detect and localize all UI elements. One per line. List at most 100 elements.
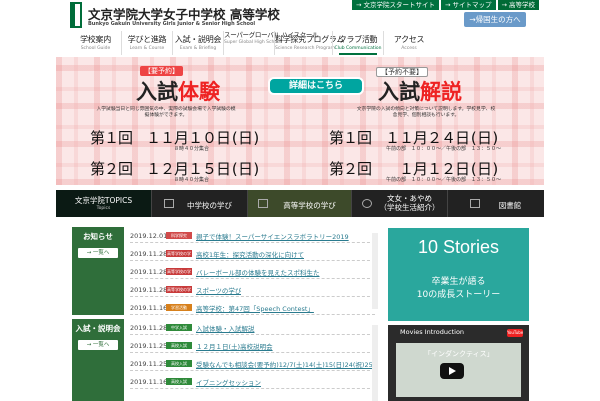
exam-date: 2019.11.25 [130, 359, 168, 368]
nav-science-program[interactable]: 科学探究プログラム Science Research Program [274, 31, 345, 55]
exam-scrollbar[interactable] [372, 325, 378, 401]
nav-label: クラブ活動 [338, 35, 378, 44]
nav-super-global[interactable]: スーパーグローバル ハイスクール Super Global High School [223, 31, 319, 55]
exam-row[interactable]: 2019.11.25 高校入試 １２月１日(土)高校説明会 [130, 339, 375, 353]
exam-tag: 高校入試 [166, 342, 192, 349]
exam-more-button[interactable]: → 一覧へ [78, 340, 118, 350]
desk-icon [258, 199, 268, 208]
exam-row[interactable]: 2019.11.28 中学入試 入試体験・入試解説 [130, 321, 375, 335]
strip-topics[interactable]: 文京学院TOPICS Topics [56, 190, 152, 217]
face-icon [362, 199, 372, 208]
returnee-button[interactable]: →帰国生の方へ [464, 12, 526, 27]
nav-sublabel: Science Research Program [275, 46, 335, 51]
exam-row[interactable]: 2019.11.16 高校入試 イブニングセッション [130, 375, 375, 389]
movies-title: Movies Introduction [400, 328, 465, 336]
exam-link[interactable]: 入試体験・入試解説 [196, 323, 255, 333]
hero-banner[interactable]: 【要予約】 入試体験 入学試験当日と同じ雰囲気の中、実際の試験会場で入学試験の模… [56, 57, 544, 185]
right-description: 文京学院の入試の傾向と対策について説明します。学校見学、校舎見学、個別相談も行い… [356, 107, 496, 118]
strip-label: 文京学院TOPICS [74, 196, 133, 205]
movies-header: Movies Introduction YouTube [388, 325, 529, 340]
nav-label: 科学探究プログラム [275, 35, 345, 44]
nav-sublabel: Access [401, 46, 417, 51]
news-link[interactable]: バレーボール部の体験を見えたスポ科生た [196, 267, 320, 277]
nav-label: 学びと進路 [127, 35, 167, 44]
stories-line1: 卒業生が語る [431, 277, 486, 287]
nav-sublabel: Learn & Course [129, 46, 165, 51]
top-link-high-school[interactable]: → 高等学校 [497, 0, 540, 10]
strip-library[interactable]: 図書館 [448, 190, 544, 217]
stories-title: 10 Stories [417, 237, 500, 257]
event-note: ８時４０分集合 [174, 146, 210, 152]
strip-junior-learning[interactable]: 中学校の学び [152, 190, 248, 217]
nav-label: 学校案内 [80, 35, 111, 44]
news-tag: 学習活動 [166, 304, 192, 311]
left-heading: 入試体験 [136, 76, 220, 106]
strip-high-learning[interactable]: 高等学校の学び [248, 190, 352, 217]
news-link[interactable]: スポーツの学び [196, 285, 241, 295]
news-row[interactable]: 2019.12.01 科学探究 親子で体験！スーパーサイエンスラボラトリー2019 [130, 229, 375, 243]
nav-club[interactable]: クラブ活動 Club Communication [332, 31, 383, 55]
top-link-sitemap[interactable]: → サイトマップ [441, 0, 496, 10]
news-row[interactable]: 2019.11.28 高等学校の学び バレーボール部の体験を見えたスポ科生た [130, 265, 375, 281]
news-date: 2019.11.28 [130, 249, 168, 258]
news-row[interactable]: 2019.11.28 高等学校の学び スポーツの学び [130, 283, 375, 299]
nav-learn-course[interactable]: 学びと進路 Learn & Course [121, 31, 172, 55]
news-tag: 科学探究 [166, 232, 192, 239]
strip-label: 高等学校の学び [283, 201, 336, 210]
nav-label: アクセス [393, 35, 425, 44]
nav-school-guide[interactable]: 学校案内 School Guide [70, 31, 121, 55]
news-section-box: お知らせ → 一覧へ [72, 227, 124, 315]
news-more-button[interactable]: → 一覧へ [78, 248, 118, 258]
event-note: 午前の部 １０：００〜／午後の部 １３：５０〜 [386, 146, 502, 152]
details-button[interactable]: 詳細はこちら [268, 77, 364, 95]
left-heading-a: 入試 [136, 79, 178, 104]
nav-label: スーパーグローバル ハイスクール [224, 31, 319, 39]
exam-date: 2019.11.16 [130, 377, 168, 386]
video-thumbnail[interactable]: 「インダンクティス」 [396, 343, 521, 397]
event-note: 午前の部 １０：００〜／午後の部 １３：５０〜 [386, 177, 502, 183]
news-scrollbar[interactable] [372, 233, 378, 309]
play-icon[interactable] [440, 363, 464, 379]
news-row[interactable]: 2019.11.28 高等学校の学び 高校1年生：探究活動の深化に向けて [130, 247, 375, 263]
nav-label: 入試・説明会 [174, 35, 222, 44]
nav-sublabel: Exam & Briefing [179, 46, 217, 51]
exam-row[interactable]: 2019.11.25 高校入試 受験なんでも相談会(要予約)12/7(土)14(土)… [130, 357, 375, 371]
news-row[interactable]: 2019.11.16 学習活動 高等学校：第47回「Speech Contest」 [130, 301, 375, 315]
global-nav: 学校案内 School Guide 学びと進路 Learn & Course 入試・… [70, 31, 434, 55]
strip-school-life[interactable]: 文女・あやめ （学校生活紹介） [352, 190, 448, 217]
top-links: → 文京学院スタートサイト → サイトマップ → 高等学校 [352, 0, 540, 10]
exam-date: 2019.11.28 [130, 323, 168, 332]
strip-label: 文女・あやめ （学校生活紹介） [379, 194, 440, 212]
left-badge: 【要予約】 [140, 66, 183, 76]
school-logo-icon[interactable] [70, 2, 82, 28]
section-strip: 文京学院TOPICS Topics 中学校の学び 高等学校の学び 文女・あやめ … [56, 190, 544, 217]
strip-sublabel: Topics [96, 206, 111, 211]
news-link[interactable]: 高等学校：第47回「Speech Contest」 [196, 303, 314, 313]
right-heading: 入試解説 [378, 76, 462, 106]
ten-stories-banner[interactable]: 10 Stories 卒業生が語る 10の成長ストーリー [388, 228, 529, 321]
news-date: 2019.11.16 [130, 303, 168, 312]
top-link-start-site[interactable]: → 文京学院スタートサイト [352, 0, 440, 10]
nav-exam-briefing[interactable]: 入試・説明会 Exam & Briefing [172, 31, 223, 55]
news-date: 2019.11.28 [130, 267, 168, 276]
news-link[interactable]: 高校1年生：探究活動の深化に向けて [196, 249, 304, 259]
left-heading-b: 体験 [178, 79, 220, 104]
school-subtitle: Bunkyo Gakuin University Girls Junior & … [88, 21, 256, 27]
exam-link[interactable]: イブニングセッション [196, 377, 261, 387]
exam-link[interactable]: 受験なんでも相談会(要予約)12/7(土)14(土)15(日)24(祝)25(水… [196, 359, 375, 369]
nav-access[interactable]: アクセス Access [383, 31, 434, 55]
news-column: お知らせ → 一覧へ 2019.12.01 科学探究 親子で体験！スーパーサイエンス… [72, 227, 382, 401]
stories-body: 卒業生が語る 10の成長ストーリー [388, 276, 529, 302]
exam-section-box: 入試・説明会 → 一覧へ [72, 319, 124, 401]
exam-tag: 中学入試 [166, 324, 192, 331]
right-heading-b: 解説 [420, 79, 462, 104]
strip-label: 中学校の学び [187, 201, 232, 210]
exam-tag: 高校入試 [166, 378, 192, 385]
exam-link[interactable]: １２月１日(土)高校説明会 [196, 341, 273, 351]
youtube-icon: YouTube [507, 329, 524, 337]
nav-sublabel: Club Communication [334, 46, 382, 51]
nav-sublabel: School Guide [80, 46, 111, 51]
stories-line2: 10の成長ストーリー [416, 290, 501, 300]
strip-label: 図書館 [498, 201, 522, 210]
news-link[interactable]: 親子で体験！スーパーサイエンスラボラトリー2019 [196, 231, 349, 241]
